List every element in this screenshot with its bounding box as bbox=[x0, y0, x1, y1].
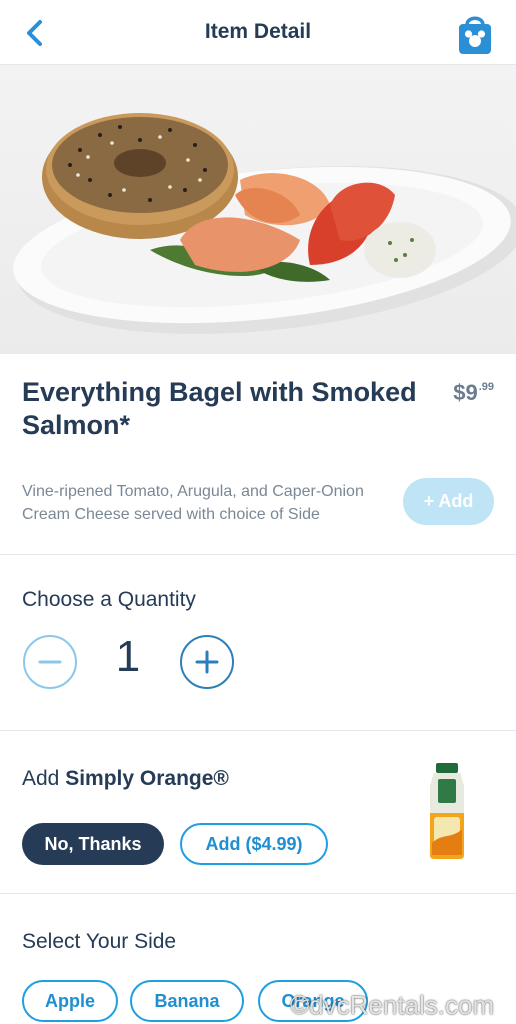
decline-addon-button[interactable]: No, Thanks bbox=[22, 823, 164, 865]
divider bbox=[0, 554, 516, 555]
add-addon-button[interactable]: Add ($4.99) bbox=[180, 823, 328, 865]
shopping-bag-button[interactable] bbox=[455, 12, 495, 56]
page-title: Item Detail bbox=[204, 20, 312, 43]
quantity-label: Choose a Quantity bbox=[22, 588, 196, 611]
addon-prefix: Add bbox=[22, 767, 66, 790]
quantity-value: 1 bbox=[115, 632, 141, 681]
side-option-apple[interactable]: Apple bbox=[22, 980, 118, 1022]
price-cents: .99 bbox=[478, 381, 494, 393]
price-dollars: $9 bbox=[453, 380, 478, 405]
side-option-banana[interactable]: Banana bbox=[130, 980, 244, 1022]
shopping-bag-icon bbox=[459, 16, 491, 54]
decrease-quantity-button[interactable] bbox=[23, 635, 77, 689]
addon-product-name: Simply Orange® bbox=[65, 767, 229, 790]
increase-quantity-button[interactable] bbox=[180, 635, 234, 689]
item-price: $9.99 bbox=[453, 380, 494, 406]
orange-juice-bottle-image bbox=[424, 763, 470, 859]
top-nav-bar: Item Detail bbox=[0, 0, 516, 65]
addon-heading: Add Simply Orange® bbox=[22, 767, 229, 791]
item-description: Vine-ripened Tomato, Arugula, and Caper-… bbox=[22, 483, 364, 523]
item-photo bbox=[0, 65, 516, 354]
plus-icon bbox=[195, 650, 219, 674]
side-section-label: Select Your Side bbox=[22, 930, 177, 953]
watermark: ©dvcRentals.com bbox=[290, 990, 495, 1020]
divider bbox=[0, 893, 516, 894]
divider bbox=[0, 730, 516, 731]
minus-icon bbox=[38, 660, 62, 664]
add-to-cart-button[interactable]: + Add bbox=[403, 478, 494, 525]
item-title: Everything Bagel with Smoked Salmon* bbox=[22, 377, 417, 440]
